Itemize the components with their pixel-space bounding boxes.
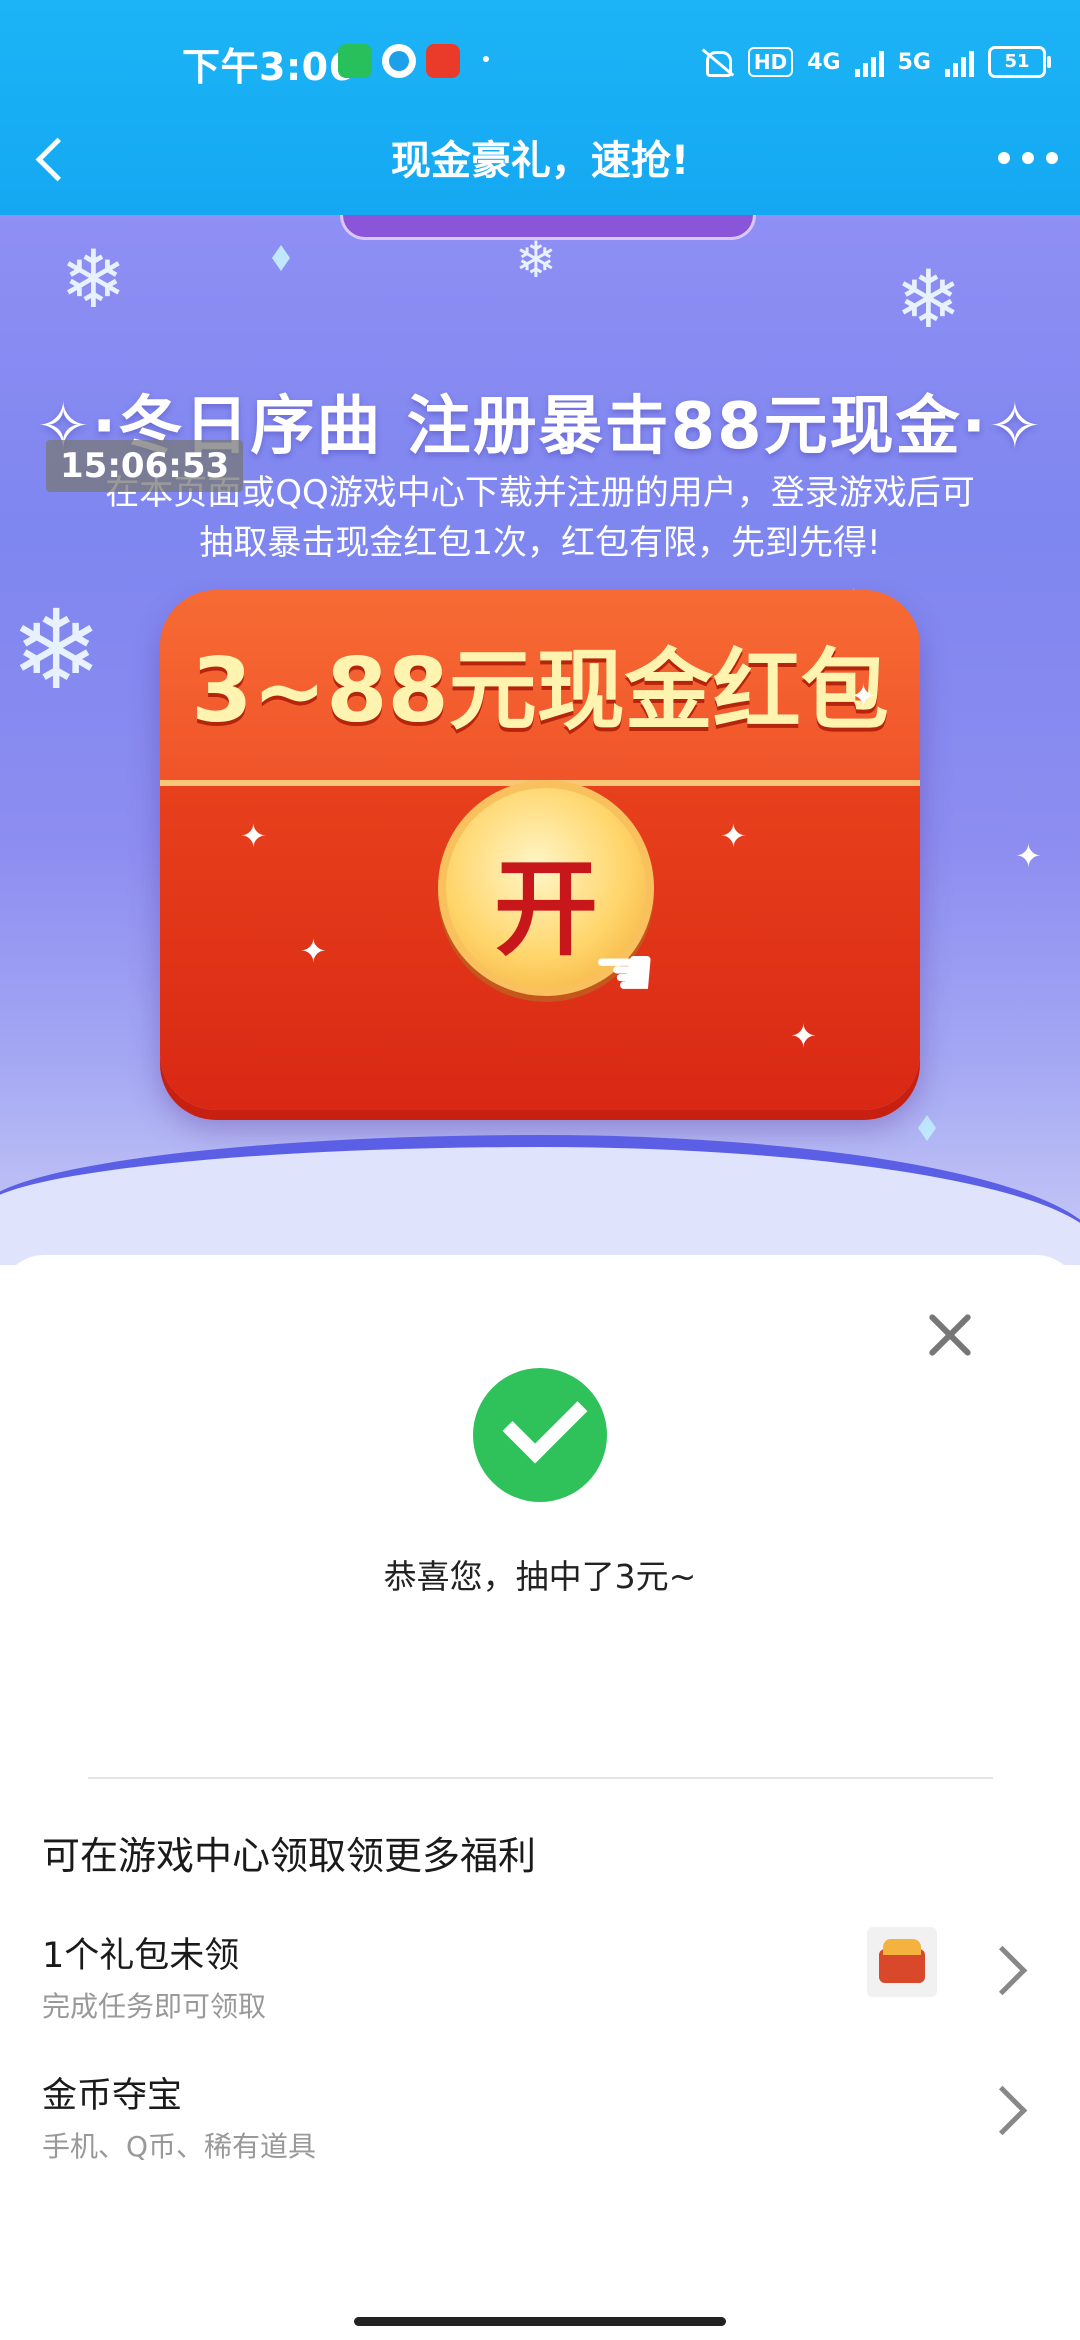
- benefits-section-title: 可在游戏中心领取领更多福利: [42, 1834, 537, 1878]
- sparkle-icon: ✦: [1015, 837, 1042, 875]
- snowflake-icon: ❄: [895, 253, 963, 346]
- more-notifications-dot-icon: [483, 56, 489, 62]
- nav-bar: 现金豪礼，速抢!: [0, 110, 1080, 215]
- snowflake-icon: ❄: [515, 231, 557, 289]
- banner-subtitle-2: 抽取暴击现金红包1次，红包有限，先到先得!: [199, 523, 881, 563]
- network-4g-label: 4G: [807, 49, 841, 75]
- gift-chest-icon: [867, 1927, 937, 1997]
- divider: [88, 1777, 993, 1779]
- success-check-icon: [473, 1368, 607, 1502]
- status-bar: 下午3:06 HD 4G 5G 51: [0, 0, 1080, 110]
- top-bar: 下午3:06 HD 4G 5G 51 现金豪礼，速抢!: [0, 0, 1080, 215]
- list-item-gift-pack[interactable]: 1个礼包未领 完成任务即可领取: [0, 1915, 1080, 2045]
- crystal-icon: [272, 245, 290, 271]
- list-item-coin-treasure[interactable]: 金币夺宝 手机、Q币、稀有道具: [0, 2055, 1080, 2185]
- result-sheet: 恭喜您，抽中了3元~ 可在游戏中心领取领更多福利 1个礼包未领 完成任务即可领取…: [0, 1255, 1080, 2340]
- status-right: HD 4G 5G 51: [700, 42, 1051, 82]
- red-envelope[interactable]: 3~88元现金红包 ✦ ✦ ✦ ✦ ✦ 开 ☚: [160, 590, 920, 1110]
- promo-banner: ❄ ❄ ❄ ❄ ✧·冬日序曲 注册暴击88元现金·✧ 在本页面或QQ游戏中心下载…: [0, 215, 1080, 1265]
- sparkle-icon: ✦: [300, 932, 327, 970]
- browser-app-icon: [382, 44, 416, 78]
- signal-5g-icon: [945, 47, 974, 77]
- sparkle-icon: ✦: [720, 817, 747, 855]
- list-item-title: 金币夺宝: [42, 2076, 183, 2116]
- list-item-title: 1个礼包未领: [42, 1936, 240, 1976]
- list-item-desc: 完成任务即可领取: [42, 1990, 267, 2023]
- sparkle-icon: ✦: [240, 817, 267, 855]
- timestamp-overlay: 15:06:53: [46, 440, 244, 492]
- sparkle-icon: ✦: [850, 677, 877, 715]
- more-options-icon[interactable]: [998, 138, 1058, 178]
- game-app-icon: [426, 44, 460, 78]
- list-item-desc: 手机、Q币、稀有道具: [42, 2130, 317, 2163]
- status-time: 下午3:06: [182, 45, 356, 89]
- close-icon[interactable]: [920, 1305, 980, 1365]
- envelope-title: 3~88元现金红包: [191, 639, 889, 742]
- pointing-hand-icon: ☚: [592, 930, 657, 1014]
- hd-badge: HD: [747, 47, 794, 77]
- signal-4g-icon: [854, 47, 884, 77]
- network-5g-label: 5G: [897, 49, 931, 75]
- sparkle-icon: ✦: [790, 1017, 817, 1055]
- snowflake-icon: ❄: [10, 586, 103, 714]
- mute-icon: [700, 47, 734, 77]
- security-app-icon: [338, 44, 372, 78]
- battery-icon: 51: [988, 46, 1051, 78]
- envelope-flap: 3~88元现金红包: [160, 590, 920, 786]
- result-text: 恭喜您，抽中了3元~: [383, 1557, 697, 1596]
- chevron-right-icon: [977, 1945, 1028, 1996]
- snow-wave-decoration: [0, 1135, 1080, 1265]
- home-indicator[interactable]: [354, 2317, 726, 2326]
- snowflake-icon: ❄: [60, 233, 128, 326]
- crystal-icon: [918, 1115, 936, 1141]
- chevron-right-icon: [977, 2085, 1028, 2136]
- page-title: 现金豪礼，速抢!: [390, 138, 690, 184]
